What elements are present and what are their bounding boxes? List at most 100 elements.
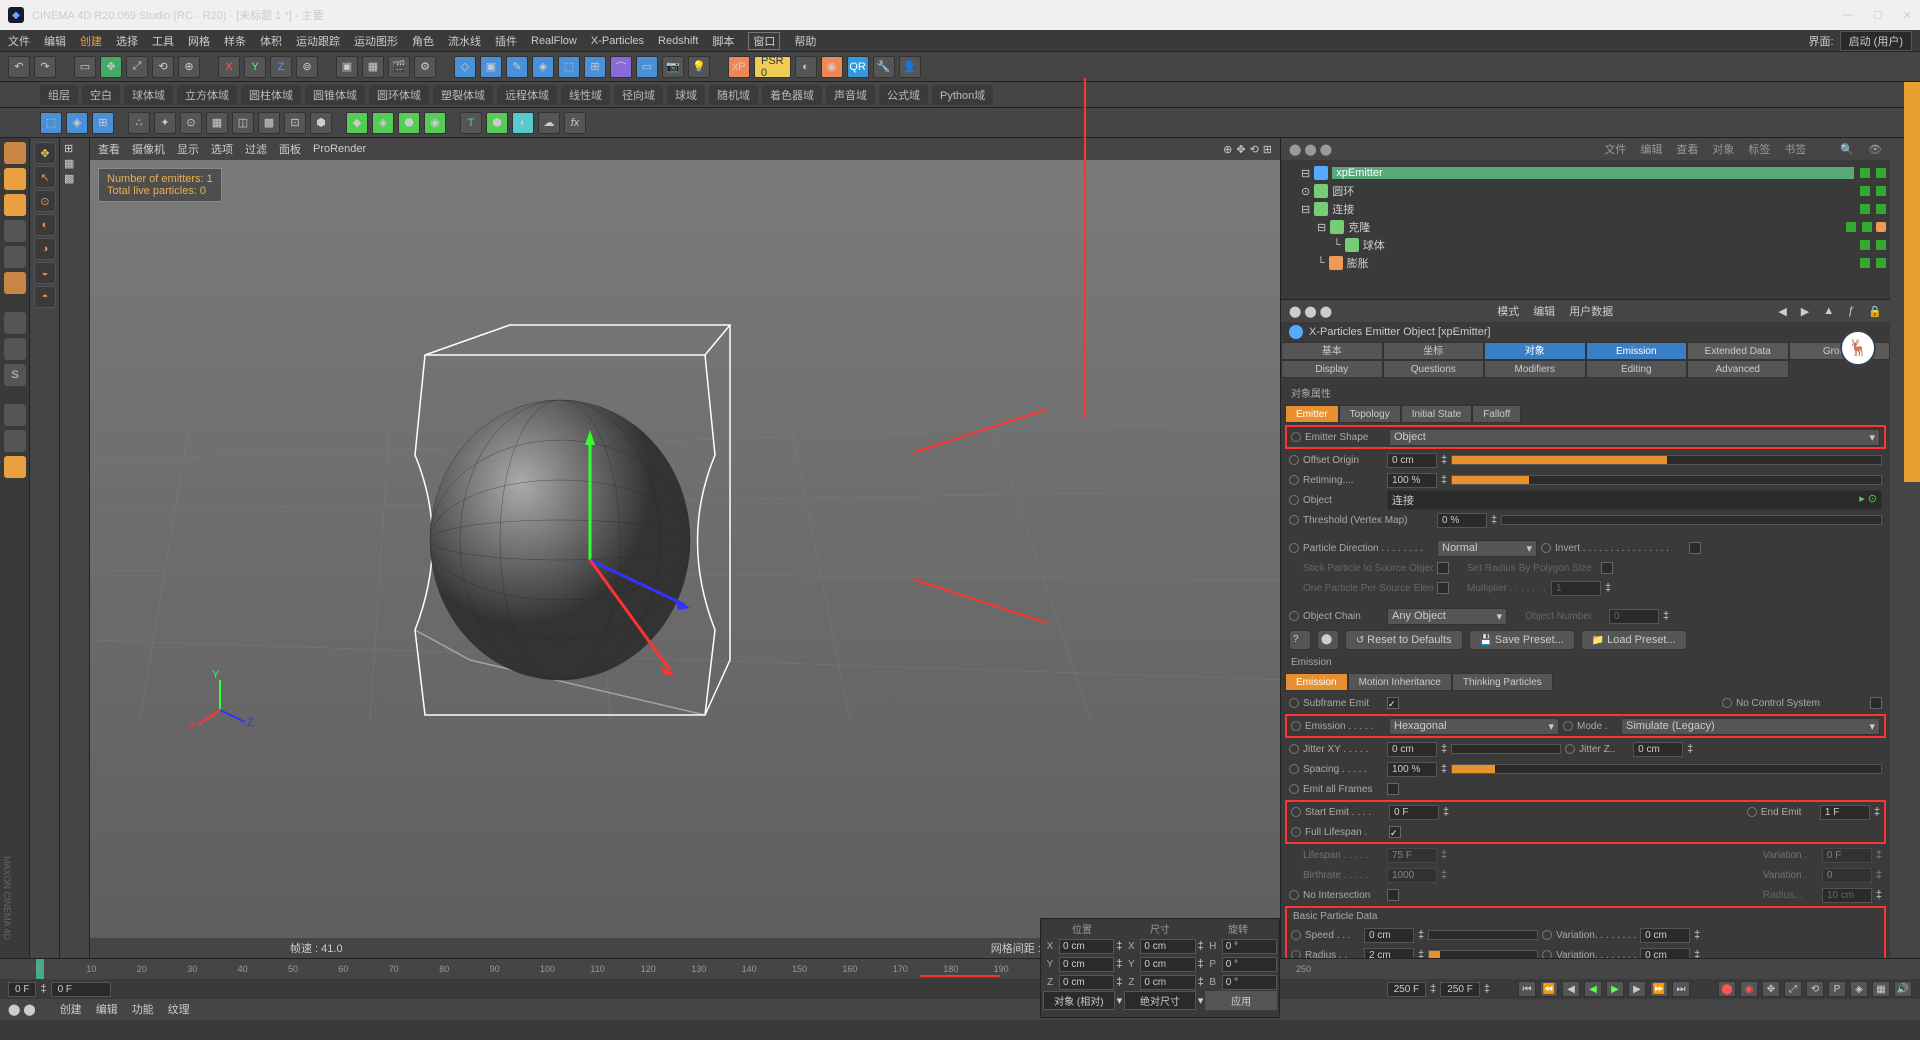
scale-tool[interactable]: ⤢ [126, 56, 148, 78]
subtab-topology[interactable]: Topology [1339, 405, 1401, 423]
key-misc-button[interactable]: ▦ [1872, 981, 1890, 997]
offset-field[interactable]: 0 cm [1387, 453, 1437, 468]
rotate-tool[interactable]: ⟲ [152, 56, 174, 78]
om-tags[interactable]: 标签 [1748, 141, 1770, 157]
tab-editing[interactable]: Editing [1586, 360, 1688, 378]
object-hierarchy[interactable]: ⊟xpEmitter ⊙圆环 ⊟连接 ⊟克隆 └球体 └膨胀 [1281, 160, 1890, 300]
render-view-button[interactable]: ▣ [336, 56, 358, 78]
am-fn-icon[interactable]: ƒ [1848, 305, 1854, 317]
subtab-emitter[interactable]: Emitter [1285, 405, 1339, 423]
rot-h-field[interactable]: 0 ° [1222, 939, 1277, 954]
fld-null[interactable]: 空白 [86, 87, 116, 103]
fld-random[interactable]: 随机域 [713, 87, 754, 103]
brush3-icon[interactable]: ◑ [34, 238, 56, 260]
brush1-icon[interactable]: ⊙ [34, 190, 56, 212]
model-mode-icon[interactable] [4, 142, 26, 164]
endemit-field[interactable]: 1 F [1820, 805, 1870, 820]
vp-camera[interactable]: 摄像机 [132, 141, 165, 157]
key-pla-button[interactable]: ◈ [1850, 981, 1868, 997]
pen-button[interactable]: ✎ [506, 56, 528, 78]
retiming-slider[interactable] [1451, 475, 1882, 485]
mat-edit[interactable]: 编辑 [96, 1001, 118, 1017]
vp-view[interactable]: 查看 [98, 141, 120, 157]
menu-file[interactable]: 文件 [8, 33, 30, 49]
mat-create[interactable]: 创建 [60, 1001, 82, 1017]
goto-start-button[interactable]: ⏮ [1518, 981, 1536, 997]
axis-mode-icon[interactable] [4, 312, 26, 334]
st4[interactable]: ∴ [128, 112, 150, 134]
menu-select[interactable]: 选择 [116, 33, 138, 49]
pos-z-field[interactable]: 0 cm [1059, 975, 1114, 990]
fld-formula[interactable]: 公式域 [883, 87, 924, 103]
undo-button[interactable]: ↶ [8, 56, 30, 78]
tab-basic[interactable]: 基本 [1281, 342, 1383, 360]
subtab-tp[interactable]: Thinking Particles [1452, 673, 1553, 691]
st3[interactable]: ⊞ [92, 112, 114, 134]
retiming-field[interactable]: 100 % [1387, 473, 1437, 488]
subframe-checkbox[interactable] [1387, 697, 1399, 709]
st9[interactable]: ▩ [258, 112, 280, 134]
rot-p-field[interactable]: 0 ° [1222, 957, 1277, 972]
om-edit[interactable]: 编辑 [1640, 141, 1662, 157]
size-y-field[interactable]: 0 cm [1140, 957, 1195, 972]
prev-key-button[interactable]: ⏪ [1540, 981, 1558, 997]
emitall-checkbox[interactable] [1387, 783, 1399, 795]
coord-mode-dropdown[interactable]: 对象 (相对) [1043, 991, 1115, 1010]
workplane-mode-icon[interactable] [4, 194, 26, 216]
jitterz-field[interactable]: 0 cm [1633, 742, 1683, 757]
grid1-icon[interactable]: ⊞ [64, 142, 85, 155]
st-fx[interactable]: fx [564, 112, 586, 134]
st6[interactable]: ⊙ [180, 112, 202, 134]
size-mode-dropdown[interactable]: 绝对尺寸 [1124, 991, 1196, 1010]
key-scale-button[interactable]: ⤢ [1784, 981, 1802, 997]
start-frame-field[interactable]: 0 F [8, 982, 36, 997]
menu-redshift[interactable]: Redshift [658, 35, 698, 47]
next-frame-button[interactable]: ▶ [1628, 981, 1646, 997]
spacing-field[interactable]: 100 % [1387, 762, 1437, 777]
key-pos-button[interactable]: ✥ [1762, 981, 1780, 997]
om-file[interactable]: 文件 [1604, 141, 1626, 157]
layout-dropdown[interactable]: 启动 (用户) [1840, 31, 1912, 51]
end-frame-field[interactable]: 250 F [1387, 982, 1427, 997]
plugin2-button[interactable]: ◉ [821, 56, 843, 78]
size-z-field[interactable]: 0 cm [1140, 975, 1195, 990]
rec-button[interactable]: ⬤ [1718, 981, 1736, 997]
om-eye-icon[interactable]: 👁 [1868, 143, 1882, 156]
fld-python[interactable]: Python域 [936, 87, 989, 103]
emission-dropdown[interactable]: Hexagonal▾ [1389, 718, 1559, 735]
threshold-slider[interactable] [1501, 515, 1882, 525]
radiuspoly-checkbox[interactable] [1601, 562, 1613, 574]
light-button[interactable]: 💡 [688, 56, 710, 78]
jitterxy-field[interactable]: 0 cm [1387, 742, 1437, 757]
world-axis-button[interactable]: ⊚ [296, 56, 318, 78]
redo-button[interactable]: ↷ [34, 56, 56, 78]
cur-frame-field[interactable]: 0 F [51, 982, 111, 997]
am-lock-icon[interactable]: 🔒 [1868, 305, 1882, 318]
anim-dot[interactable] [1291, 432, 1301, 442]
emitter-shape-dropdown[interactable]: Object▾ [1389, 429, 1880, 446]
st18[interactable]: ☁ [538, 112, 560, 134]
nointer-checkbox[interactable] [1387, 889, 1399, 901]
sel-mode-icon[interactable] [4, 456, 26, 478]
radius-slider[interactable] [1428, 950, 1538, 958]
st8[interactable]: ◫ [232, 112, 254, 134]
plugin3-button[interactable]: 🔧 [873, 56, 895, 78]
menu-mesh[interactable]: 网格 [188, 33, 210, 49]
grid2-icon[interactable]: ▦ [64, 157, 85, 170]
apply-button[interactable]: 应用 [1205, 991, 1277, 1010]
offset-slider[interactable] [1451, 455, 1882, 465]
menu-edit[interactable]: 编辑 [44, 33, 66, 49]
menu-mograph[interactable]: 运动图形 [354, 33, 398, 49]
tab-emission[interactable]: Emission [1586, 342, 1688, 360]
stick-checkbox[interactable] [1437, 562, 1449, 574]
fld-torus[interactable]: 圆环体域 [373, 87, 425, 103]
texture-mode-icon[interactable] [4, 168, 26, 190]
mat-function[interactable]: 功能 [132, 1001, 154, 1017]
mode-dropdown[interactable]: Simulate (Legacy)▾ [1621, 718, 1880, 735]
chain-dropdown[interactable]: Any Object▾ [1387, 608, 1507, 625]
null-button[interactable]: ◇ [454, 56, 476, 78]
vp-nav4-icon[interactable]: ⊞ [1263, 143, 1272, 156]
record-button[interactable]: ⬤ [1317, 630, 1339, 650]
om-objects[interactable]: 对象 [1712, 141, 1734, 157]
lock-icon[interactable] [4, 430, 26, 452]
